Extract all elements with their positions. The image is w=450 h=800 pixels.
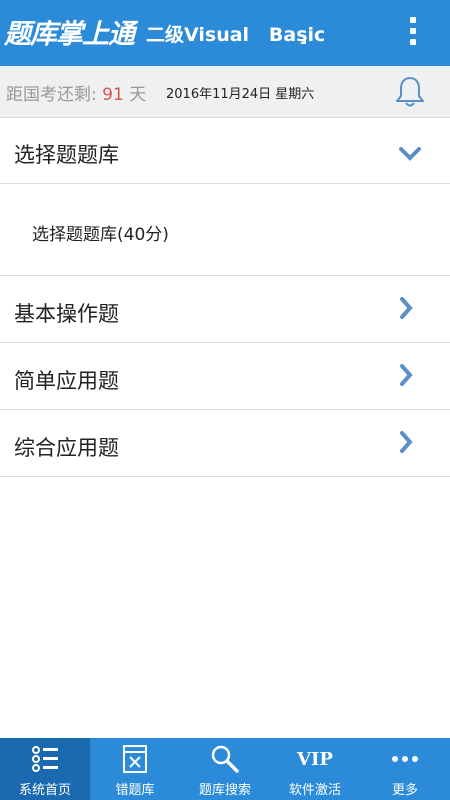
- current-date: 2016年11月24日 星期六: [166, 87, 315, 102]
- tab-activate[interactable]: VIP 软件激活: [270, 738, 360, 800]
- section-comprehensive-application[interactable]: 综合应用题: [0, 410, 450, 477]
- app-header: 题库掌上通 二级Visual Basic: [0, 0, 450, 66]
- countdown-bar: 距国考还剩: 91 天 2016年11月24日 星期六: [0, 66, 450, 118]
- more-dots-icon: [392, 756, 418, 762]
- tab-home[interactable]: 系统首页: [0, 738, 90, 800]
- section-basic-operations[interactable]: 基本操作题: [0, 276, 450, 343]
- tab-label: 系统首页: [18, 783, 71, 798]
- wrong-question-icon: [123, 745, 147, 773]
- tab-label: 更多: [391, 783, 418, 798]
- chevron-right-icon: [400, 364, 413, 386]
- bottom-tab-bar: 系统首页 错题库 题库搜索 VIP 软件激活 更多: [0, 738, 450, 800]
- bell-icon[interactable]: [394, 75, 426, 109]
- section-label: 综合应用题: [14, 436, 119, 460]
- section-label: 选择题题库: [14, 143, 119, 167]
- subsection-choice-question-bank[interactable]: 选择题题库(40分): [0, 184, 450, 276]
- tab-wrong-questions[interactable]: 错题库: [90, 738, 180, 800]
- countdown-prefix: 距国考还剩:: [6, 85, 97, 105]
- exam-subject-title[interactable]: 二级Visual Basic: [146, 20, 325, 47]
- subsection-label: 选择题题库(40分): [32, 225, 169, 245]
- section-simple-application[interactable]: 简单应用题: [0, 343, 450, 410]
- countdown-days: 91: [102, 85, 124, 105]
- chevron-down-icon: [399, 147, 421, 161]
- tab-more[interactable]: 更多: [360, 738, 450, 800]
- search-icon: [211, 745, 239, 773]
- vip-icon: VIP: [297, 749, 333, 770]
- section-label: 简单应用题: [14, 369, 119, 393]
- tab-label: 题库搜索: [198, 783, 251, 798]
- tab-label: 错题库: [115, 783, 155, 798]
- section-choice-questions[interactable]: 选择题题库: [0, 118, 450, 184]
- tab-search[interactable]: 题库搜索: [180, 738, 270, 800]
- chevron-right-icon: [400, 297, 413, 319]
- exam-countdown: 距国考还剩: 91 天: [6, 80, 146, 105]
- home-list-icon: [32, 746, 58, 772]
- chevron-right-icon: [400, 431, 413, 453]
- countdown-suffix: 天: [129, 85, 147, 105]
- tab-label: 软件激活: [288, 783, 341, 798]
- section-label: 基本操作题: [14, 302, 119, 326]
- overflow-menu-button[interactable]: [400, 15, 426, 47]
- app-logo: 题库掌上通: [4, 19, 135, 50]
- subject-dropdown-indicator[interactable]: [300, 38, 306, 44]
